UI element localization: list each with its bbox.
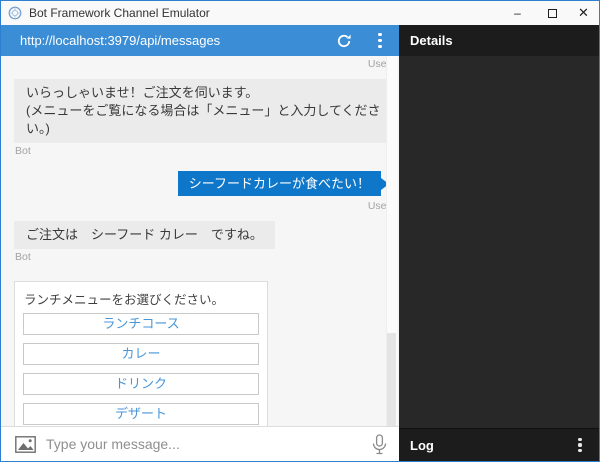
menu-button-lunch-course[interactable]: ランチコース (23, 313, 259, 335)
log-bar: Log (399, 428, 599, 461)
upload-image-icon[interactable] (15, 435, 36, 453)
log-title: Log (410, 437, 434, 453)
message-composer (1, 426, 399, 461)
minimize-button[interactable]: – (502, 1, 533, 25)
window-title: Bot Framework Channel Emulator (29, 6, 210, 20)
kebab-dot (578, 449, 582, 453)
bot-message: ご注文は シーフード カレー ですね。 (14, 221, 275, 249)
bot-label: Bot (15, 251, 31, 263)
kebab-dot (378, 38, 382, 43)
maximize-icon (548, 8, 557, 18)
bot-label: Bot (15, 145, 31, 157)
title-bar: Bot Framework Channel Emulator – ✕ (1, 1, 599, 25)
endpoint-url[interactable]: http://localhost:3979/api/messages (20, 33, 333, 48)
address-menu-button[interactable] (371, 30, 389, 52)
details-content (399, 56, 599, 428)
chat-scrollbar-thumb[interactable] (387, 333, 396, 426)
menu-card-prompt: ランチメニューをお選びください。 (24, 293, 225, 307)
bot-framework-logo-icon (8, 6, 22, 20)
details-header: Details (399, 25, 599, 56)
kebab-dot (378, 33, 382, 37)
message-input[interactable] (46, 436, 372, 452)
chat-pane: http://localhost:3979/api/messages User … (1, 25, 399, 461)
chat-message-list[interactable]: User いらっしゃいませ！ご注文を伺います。 (メニューをご覧になる場合は「メ… (1, 56, 399, 426)
microphone-icon[interactable] (372, 433, 387, 455)
window-controls: – ✕ (502, 1, 599, 25)
menu-button-curry[interactable]: カレー (23, 343, 259, 365)
minimize-icon: – (514, 6, 521, 20)
menu-card: ランチメニューをお選びください。 ランチコース カレー ドリンク デザート (14, 281, 268, 426)
user-message: シーフードカレーが食べたい！ (177, 171, 390, 196)
kebab-dot (378, 44, 382, 48)
details-pane: Details Log (399, 25, 599, 461)
address-bar: http://localhost:3979/api/messages (1, 25, 399, 56)
bot-message: いらっしゃいませ！ご注文を伺います。 (メニューをご覧になる場合は「メニュー」と… (14, 79, 393, 143)
maximize-button[interactable] (537, 1, 568, 25)
refresh-icon (337, 34, 351, 47)
close-button[interactable]: ✕ (568, 1, 599, 25)
kebab-dot (578, 437, 582, 441)
menu-button-dessert[interactable]: デザート (23, 403, 259, 425)
refresh-button[interactable] (333, 30, 355, 52)
log-menu-button[interactable] (571, 434, 589, 456)
chat-scrollbar[interactable] (386, 56, 397, 426)
details-title: Details (410, 33, 453, 48)
app-window: Bot Framework Channel Emulator – ✕ http:… (0, 0, 600, 462)
close-icon: ✕ (578, 5, 589, 20)
kebab-dot (578, 443, 582, 447)
menu-button-drink[interactable]: ドリンク (23, 373, 259, 395)
